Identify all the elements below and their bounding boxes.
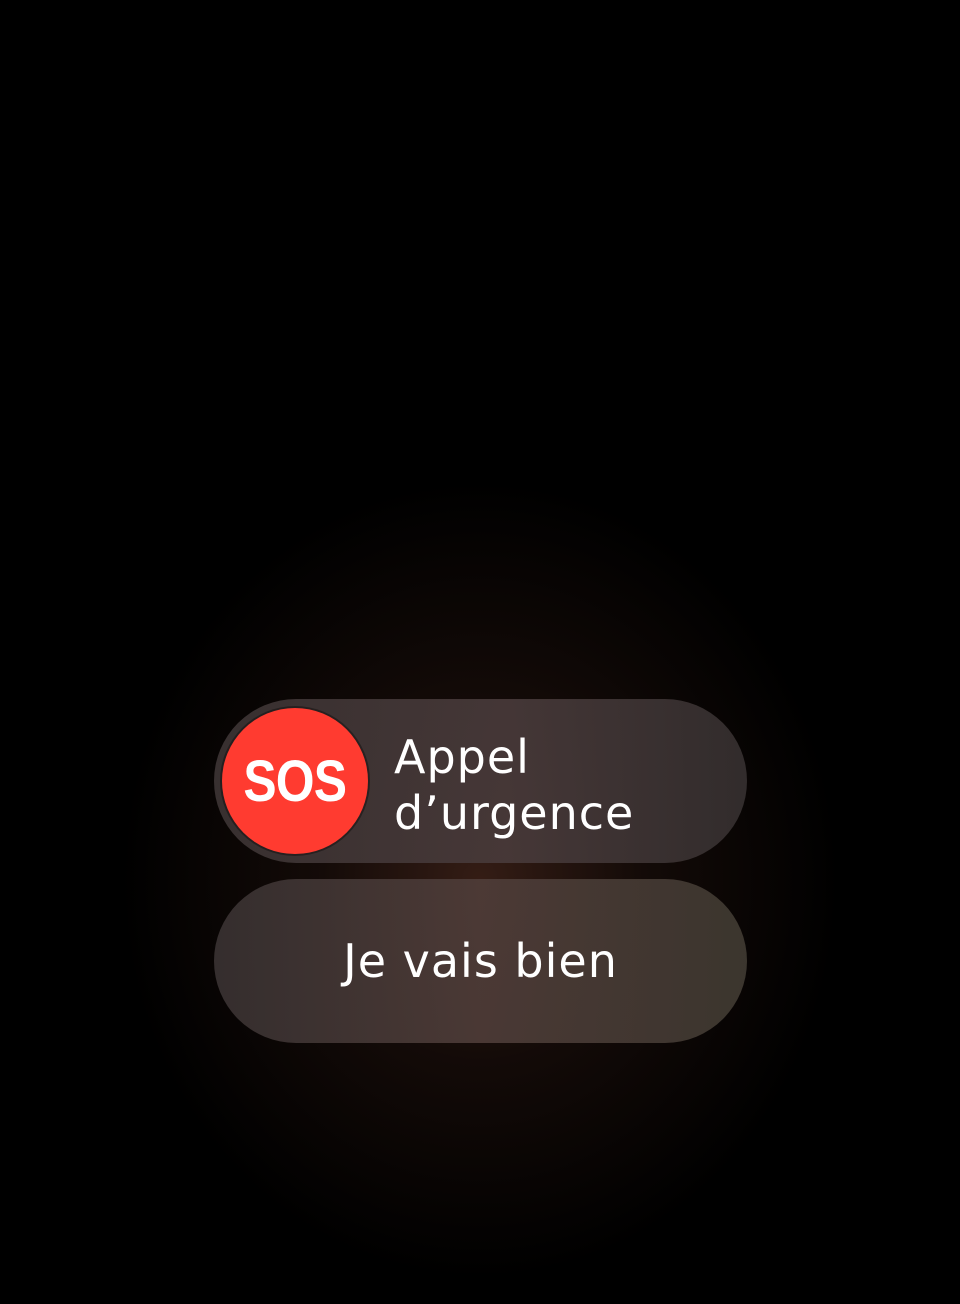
fall-detection-screen: SOS Appel d’urgence Je vais bien xyxy=(0,0,960,1304)
emergency-call-label-line1: Appel xyxy=(394,730,530,784)
emergency-call-label-line2: d’urgence xyxy=(394,786,635,840)
emergency-call-label: Appel d’urgence xyxy=(394,729,714,841)
emergency-call-slider[interactable]: SOS Appel d’urgence xyxy=(214,699,747,863)
im-ok-label: Je vais bien xyxy=(343,934,618,988)
sos-label: SOS xyxy=(243,748,348,814)
im-ok-button[interactable]: Je vais bien xyxy=(214,879,747,1043)
sos-slider-knob[interactable]: SOS xyxy=(222,708,368,854)
